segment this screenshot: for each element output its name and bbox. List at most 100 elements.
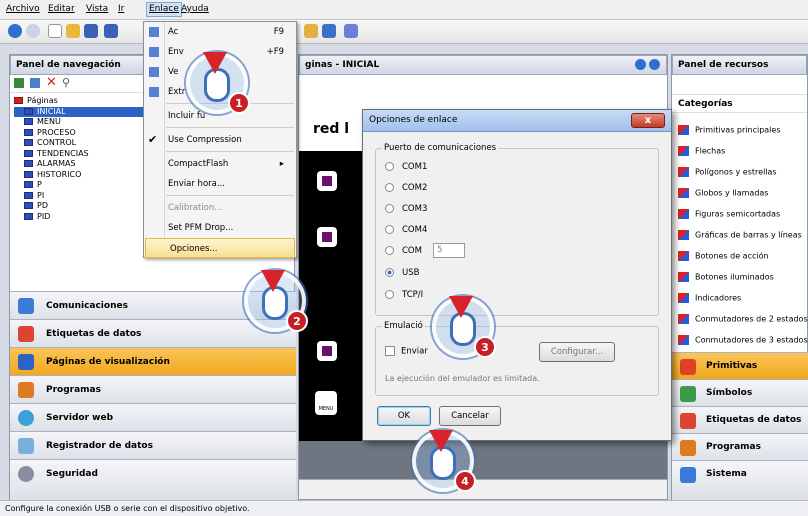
prev-page-icon[interactable] [635, 59, 646, 70]
res-btn-programas[interactable]: Programas [672, 433, 808, 460]
page-icon [24, 149, 33, 157]
res-btn-primitivas[interactable]: Primitivas [672, 352, 808, 379]
com-number-field[interactable]: 5 [433, 243, 465, 258]
add-folder-icon[interactable] [30, 78, 40, 88]
radio-icon [385, 246, 394, 255]
menu-separator [166, 127, 294, 128]
system-icon [680, 467, 696, 483]
menu-ir[interactable]: Ir [118, 4, 124, 14]
page-side-panel: MENU [299, 151, 363, 441]
cancel-button[interactable]: Cancelar [439, 406, 501, 426]
menu-item-use-compression[interactable]: ✔ Use Compression [144, 130, 296, 150]
menu-item-activar[interactable]: Ac F9 [144, 22, 296, 42]
res-botones-iluminados[interactable]: Botones iluminados [678, 272, 774, 282]
new-file-icon[interactable] [48, 24, 62, 38]
radio-icon [385, 162, 394, 171]
menu-item-set-pfm-drop[interactable]: Set PFM Drop... [144, 218, 296, 238]
nav-paginas-visualizacion[interactable]: Páginas de visualización [10, 347, 296, 375]
menu-ayuda[interactable]: Ayuda [181, 4, 209, 14]
nav-servidor-web[interactable]: Servidor web [10, 403, 296, 431]
page-button-3[interactable] [317, 341, 337, 361]
step-cursor-2: 2 [244, 270, 308, 332]
res-botones-accion[interactable]: Botones de acción [678, 251, 769, 261]
page-icon [24, 139, 33, 146]
resources-panel: Panel de recursos Categorías Primitivas … [671, 54, 808, 500]
radio-com3[interactable]: COM3 [385, 204, 427, 214]
next-page-icon[interactable] [649, 59, 660, 70]
status-bar: Configure la conexión USB o serie con el… [0, 500, 808, 516]
step-number: 3 [474, 336, 496, 358]
step-number: 1 [228, 92, 250, 114]
tree-item-inicial[interactable]: INICIAL [14, 106, 164, 117]
tool-icon[interactable] [104, 24, 118, 38]
wand-icon[interactable] [344, 24, 358, 38]
page-button-2[interactable] [317, 227, 337, 247]
network-icon [18, 298, 34, 314]
editor-header-strip [299, 75, 667, 111]
radio-com2[interactable]: COM2 [385, 183, 427, 193]
search-icon[interactable]: ⚲ [62, 76, 70, 89]
res-flechas[interactable]: Flechas [678, 146, 725, 156]
open-folder-icon[interactable] [66, 24, 80, 38]
emulation-checkbox[interactable]: Enviar [385, 346, 428, 357]
logo-text: red l [313, 121, 350, 137]
send-icon [149, 47, 159, 57]
editor-title: ginas - INICIAL [305, 60, 380, 70]
res-indicadores[interactable]: Indicadores [678, 293, 741, 303]
add-page-icon[interactable] [14, 78, 24, 88]
pointer-arrow-icon [261, 270, 285, 292]
users-icon [18, 466, 34, 482]
res-btn-etiquetas[interactable]: Etiquetas de datos [672, 406, 808, 433]
step-number: 2 [286, 310, 308, 332]
monitor-icon[interactable] [322, 24, 336, 38]
forward-icon[interactable] [26, 24, 40, 38]
delete-icon[interactable]: ✕ [46, 76, 57, 89]
close-button[interactable]: x [631, 113, 665, 128]
dialog-title: Opciones de enlace [369, 115, 458, 125]
shapes-icon [678, 293, 689, 303]
res-conmutadores-2[interactable]: Conmutadores de 2 estados [678, 314, 808, 324]
ports-group-label: Puerto de comunicaciones [382, 143, 499, 153]
pages-icon [18, 354, 34, 370]
res-poligonos[interactable]: Polígonos y estrellas [678, 167, 777, 177]
page-button-1[interactable] [317, 171, 337, 191]
editor-header: ginas - INICIAL [299, 55, 667, 75]
pointer-arrow-icon [429, 430, 453, 452]
menu-separator [166, 151, 294, 152]
save-icon[interactable] [84, 24, 98, 38]
program-icon [18, 382, 34, 398]
res-graficas[interactable]: Gráficas de barras y líneas [678, 230, 802, 240]
res-btn-simbolos[interactable]: Símbolos [672, 379, 808, 406]
back-icon[interactable] [8, 24, 22, 38]
page-icon [24, 181, 33, 188]
res-globos[interactable]: Globos y llamadas [678, 188, 768, 198]
link-icon[interactable] [304, 24, 318, 38]
nav-seguridad[interactable]: Seguridad [10, 459, 296, 500]
radio-com[interactable]: COM [385, 246, 422, 256]
menu-button[interactable]: MENU [315, 391, 337, 415]
radio-tcpip[interactable]: TCP/I [385, 290, 423, 300]
menu-item-compactflash[interactable]: CompactFlash ▸ [144, 154, 296, 174]
menu-vista[interactable]: Vista [86, 4, 108, 14]
res-btn-sistema[interactable]: Sistema [672, 460, 808, 500]
program-icon [680, 440, 696, 456]
ok-button[interactable]: OK [377, 406, 431, 426]
configure-button[interactable]: Configurar... [539, 342, 615, 362]
nav-programas[interactable]: Programas [10, 375, 296, 403]
res-figuras[interactable]: Figuras semicortadas [678, 209, 780, 219]
menu-item-enviar-hora[interactable]: Enviar hora... [144, 174, 296, 194]
shapes-icon [678, 272, 689, 282]
menu-enlace[interactable]: Enlace [146, 2, 182, 17]
tags-icon [680, 413, 696, 429]
menu-item-opciones[interactable]: Opciones... [145, 238, 295, 258]
radio-com1[interactable]: COM1 [385, 162, 427, 172]
radio-usb[interactable]: USB [385, 268, 419, 278]
res-conmutadores-3[interactable]: Conmutadores de 3 estados [678, 335, 808, 345]
radio-com4[interactable]: COM4 [385, 225, 427, 235]
pointer-arrow-icon [449, 296, 473, 318]
horizontal-scrollbar[interactable] [299, 479, 667, 499]
menu-editar[interactable]: Editar [48, 4, 75, 14]
res-primitivas-principales[interactable]: Primitivas principales [678, 125, 781, 135]
nav-registrador-datos[interactable]: Registrador de datos [10, 431, 296, 459]
menu-archivo[interactable]: Archivo [6, 4, 40, 14]
